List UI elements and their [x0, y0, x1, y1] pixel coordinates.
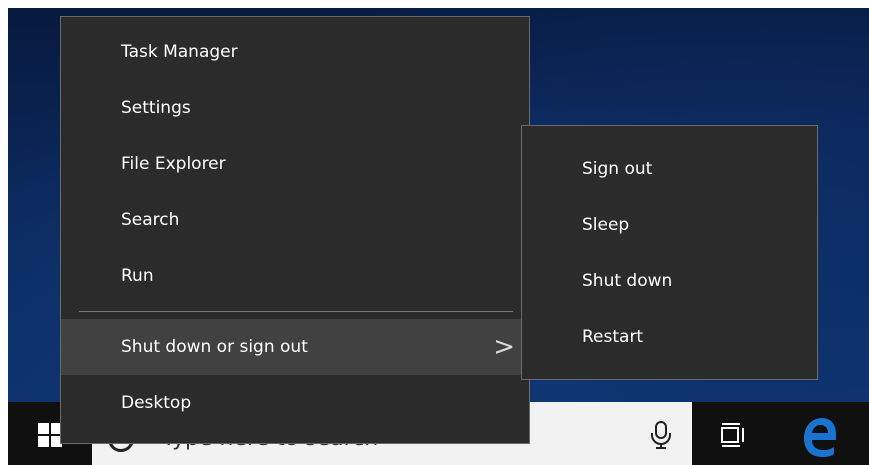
edge-icon[interactable]	[798, 414, 842, 458]
submenu-item-sign-out[interactable]: Sign out	[522, 141, 817, 197]
menu-separator	[79, 311, 513, 312]
menu-item-desktop[interactable]: Desktop	[61, 375, 529, 431]
menu-item-shut-down-or-sign-out[interactable]: Shut down or sign out >	[61, 319, 529, 375]
menu-item-search[interactable]: Search	[61, 192, 529, 248]
winx-power-menu: Task Manager Settings File Explorer Sear…	[60, 16, 530, 444]
desktop-background: Type here to search Task Manager Setting…	[8, 8, 869, 465]
task-view-icon[interactable]	[712, 416, 752, 456]
submenu-item-shut-down[interactable]: Shut down	[522, 253, 817, 309]
windows-logo-icon	[38, 423, 62, 447]
menu-item-shutdown-label: Shut down or sign out	[121, 337, 308, 357]
menu-item-task-manager[interactable]: Task Manager	[61, 24, 529, 80]
shutdown-submenu: Sign out Sleep Shut down Restart	[521, 125, 818, 380]
submenu-item-restart[interactable]: Restart	[522, 309, 817, 365]
menu-item-run[interactable]: Run	[61, 248, 529, 304]
microphone-icon[interactable]	[647, 420, 675, 450]
menu-item-settings[interactable]: Settings	[61, 80, 529, 136]
chevron-right-icon: >	[493, 332, 515, 362]
submenu-item-sleep[interactable]: Sleep	[522, 197, 817, 253]
menu-item-file-explorer[interactable]: File Explorer	[61, 136, 529, 192]
